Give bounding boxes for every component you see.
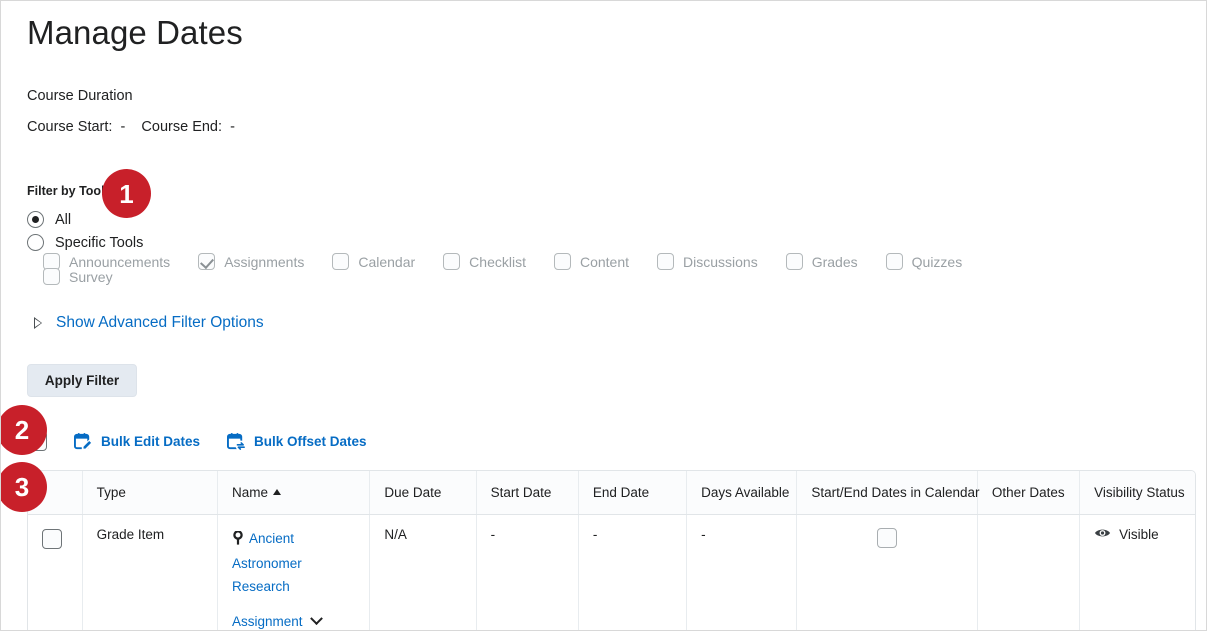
tool-label: Grades: [811, 253, 858, 270]
checkbox-icon[interactable]: [553, 253, 571, 270]
tool-checkbox-discussions[interactable]: Discussions: [657, 253, 758, 270]
tool-checkbox-group: Announcements Assignments Calendar Check…: [43, 253, 1043, 287]
manage-dates-table: Type Name Due Date Start Date End Date D…: [27, 470, 1196, 631]
tool-label: Content: [579, 253, 630, 270]
row-start-date-cell: -: [476, 513, 579, 630]
course-start-end-text: Course Start: - Course End: -: [27, 119, 235, 135]
advanced-filter-label: Show Advanced Filter Options: [56, 314, 264, 331]
column-header-start-date[interactable]: Start Date: [476, 471, 579, 515]
filter-by-tool-label: Filter by Tool: [27, 184, 105, 198]
tool-checkbox-assignments[interactable]: Assignments: [198, 253, 304, 270]
calendar-dates-checkbox[interactable]: [877, 527, 898, 548]
tool-checkbox-survey[interactable]: Survey: [43, 268, 113, 285]
column-header-visibility-status[interactable]: Visibility Status: [1079, 471, 1195, 515]
chevron-down-icon[interactable]: [309, 611, 323, 625]
tool-checkbox-checklist[interactable]: Checklist: [443, 253, 526, 270]
radio-option-specific-tools[interactable]: Specific Tools: [27, 234, 143, 251]
radio-all-indicator[interactable]: [27, 211, 44, 228]
eye-icon: [1094, 527, 1111, 542]
row-other-dates-cell: [977, 513, 1081, 630]
calendar-offset-icon: [227, 432, 247, 451]
tool-label: Survey: [69, 268, 113, 285]
radio-specific-indicator[interactable]: [27, 234, 44, 251]
tool-checkbox-quizzes[interactable]: Quizzes: [885, 253, 963, 270]
calendar-edit-icon: [74, 432, 93, 451]
bulk-offset-dates-button[interactable]: Bulk Offset Dates: [227, 432, 367, 451]
radio-specific-label: Specific Tools: [55, 234, 144, 251]
checkbox-icon[interactable]: [332, 253, 350, 270]
visibility-status-text: Visible: [1119, 526, 1159, 542]
column-header-days-available[interactable]: Days Available: [686, 471, 798, 515]
course-duration-label: Course Duration: [27, 88, 133, 104]
row-name-dropdown-label[interactable]: Assignment: [232, 610, 303, 631]
tool-label: Discussions: [683, 253, 758, 270]
row-select-cell: [28, 513, 83, 630]
row-name-link-line1[interactable]: Ancient: [249, 531, 294, 546]
column-header-name-label: Name: [231, 484, 268, 500]
column-header-due-date[interactable]: Due Date: [369, 471, 477, 515]
bulk-edit-dates-label: Bulk Edit Dates: [101, 433, 201, 449]
row-calendar-dates-cell: [796, 513, 978, 630]
row-select-checkbox[interactable]: [42, 528, 62, 549]
radio-option-all[interactable]: All: [27, 211, 71, 228]
column-header-other-dates[interactable]: Other Dates: [977, 471, 1081, 515]
column-header-end-date[interactable]: End Date: [578, 471, 688, 515]
apply-filter-button[interactable]: Apply Filter: [27, 364, 137, 397]
tool-label: Assignments: [224, 253, 305, 270]
checkbox-checked-icon[interactable]: [198, 253, 216, 270]
bulk-offset-dates-label: Bulk Offset Dates: [254, 433, 367, 449]
tool-label: Calendar: [358, 253, 416, 270]
manage-dates-page: Manage Dates Course Duration Course Star…: [0, 0, 1207, 631]
tool-checkbox-calendar[interactable]: Calendar: [332, 253, 415, 270]
table-header-row: Type Name Due Date Start Date End Date D…: [28, 471, 1195, 515]
row-name-link-line3[interactable]: Research: [232, 579, 290, 594]
table-row: Grade Item Ancient Astronomer Research A…: [28, 513, 1195, 631]
radio-all-label: All: [55, 211, 72, 228]
key-icon: [232, 529, 244, 552]
checkbox-icon[interactable]: [657, 253, 675, 270]
tool-label: Quizzes: [911, 253, 963, 270]
row-end-date-cell: -: [578, 513, 688, 630]
row-visibility-cell: Visible: [1079, 513, 1195, 630]
row-name-link-line2[interactable]: Astronomer: [232, 556, 302, 571]
column-header-type[interactable]: Type: [82, 471, 218, 515]
triangle-right-icon: [34, 317, 42, 329]
sort-ascending-icon: [272, 488, 281, 495]
tool-label: Checklist: [469, 253, 526, 270]
checkbox-icon[interactable]: [43, 268, 60, 285]
row-due-date-cell: N/A: [369, 513, 477, 630]
checkbox-icon[interactable]: [443, 253, 461, 270]
tool-checkbox-grades[interactable]: Grades: [785, 253, 858, 270]
checkbox-icon[interactable]: [785, 253, 803, 270]
row-name-cell: Ancient Astronomer Research Assignment: [217, 513, 371, 631]
row-days-available-cell: -: [686, 513, 798, 630]
tool-checkbox-content[interactable]: Content: [553, 253, 630, 270]
column-header-name[interactable]: Name: [217, 471, 371, 515]
column-header-start-end-dates-in-calendar[interactable]: Start/End Dates in Calendar: [796, 471, 980, 515]
bulk-actions-row: Bulk Edit Dates Bulk Offset Dates: [27, 431, 367, 451]
page-title: Manage Dates: [27, 14, 243, 51]
checkbox-icon[interactable]: [885, 253, 903, 270]
apply-filter-label: Apply Filter: [44, 373, 120, 388]
step-badge-1: 1: [102, 169, 151, 218]
show-advanced-filter-options-link[interactable]: Show Advanced Filter Options: [34, 314, 264, 332]
row-type-cell: Grade Item: [82, 513, 218, 630]
bulk-edit-dates-button[interactable]: Bulk Edit Dates: [74, 432, 200, 451]
